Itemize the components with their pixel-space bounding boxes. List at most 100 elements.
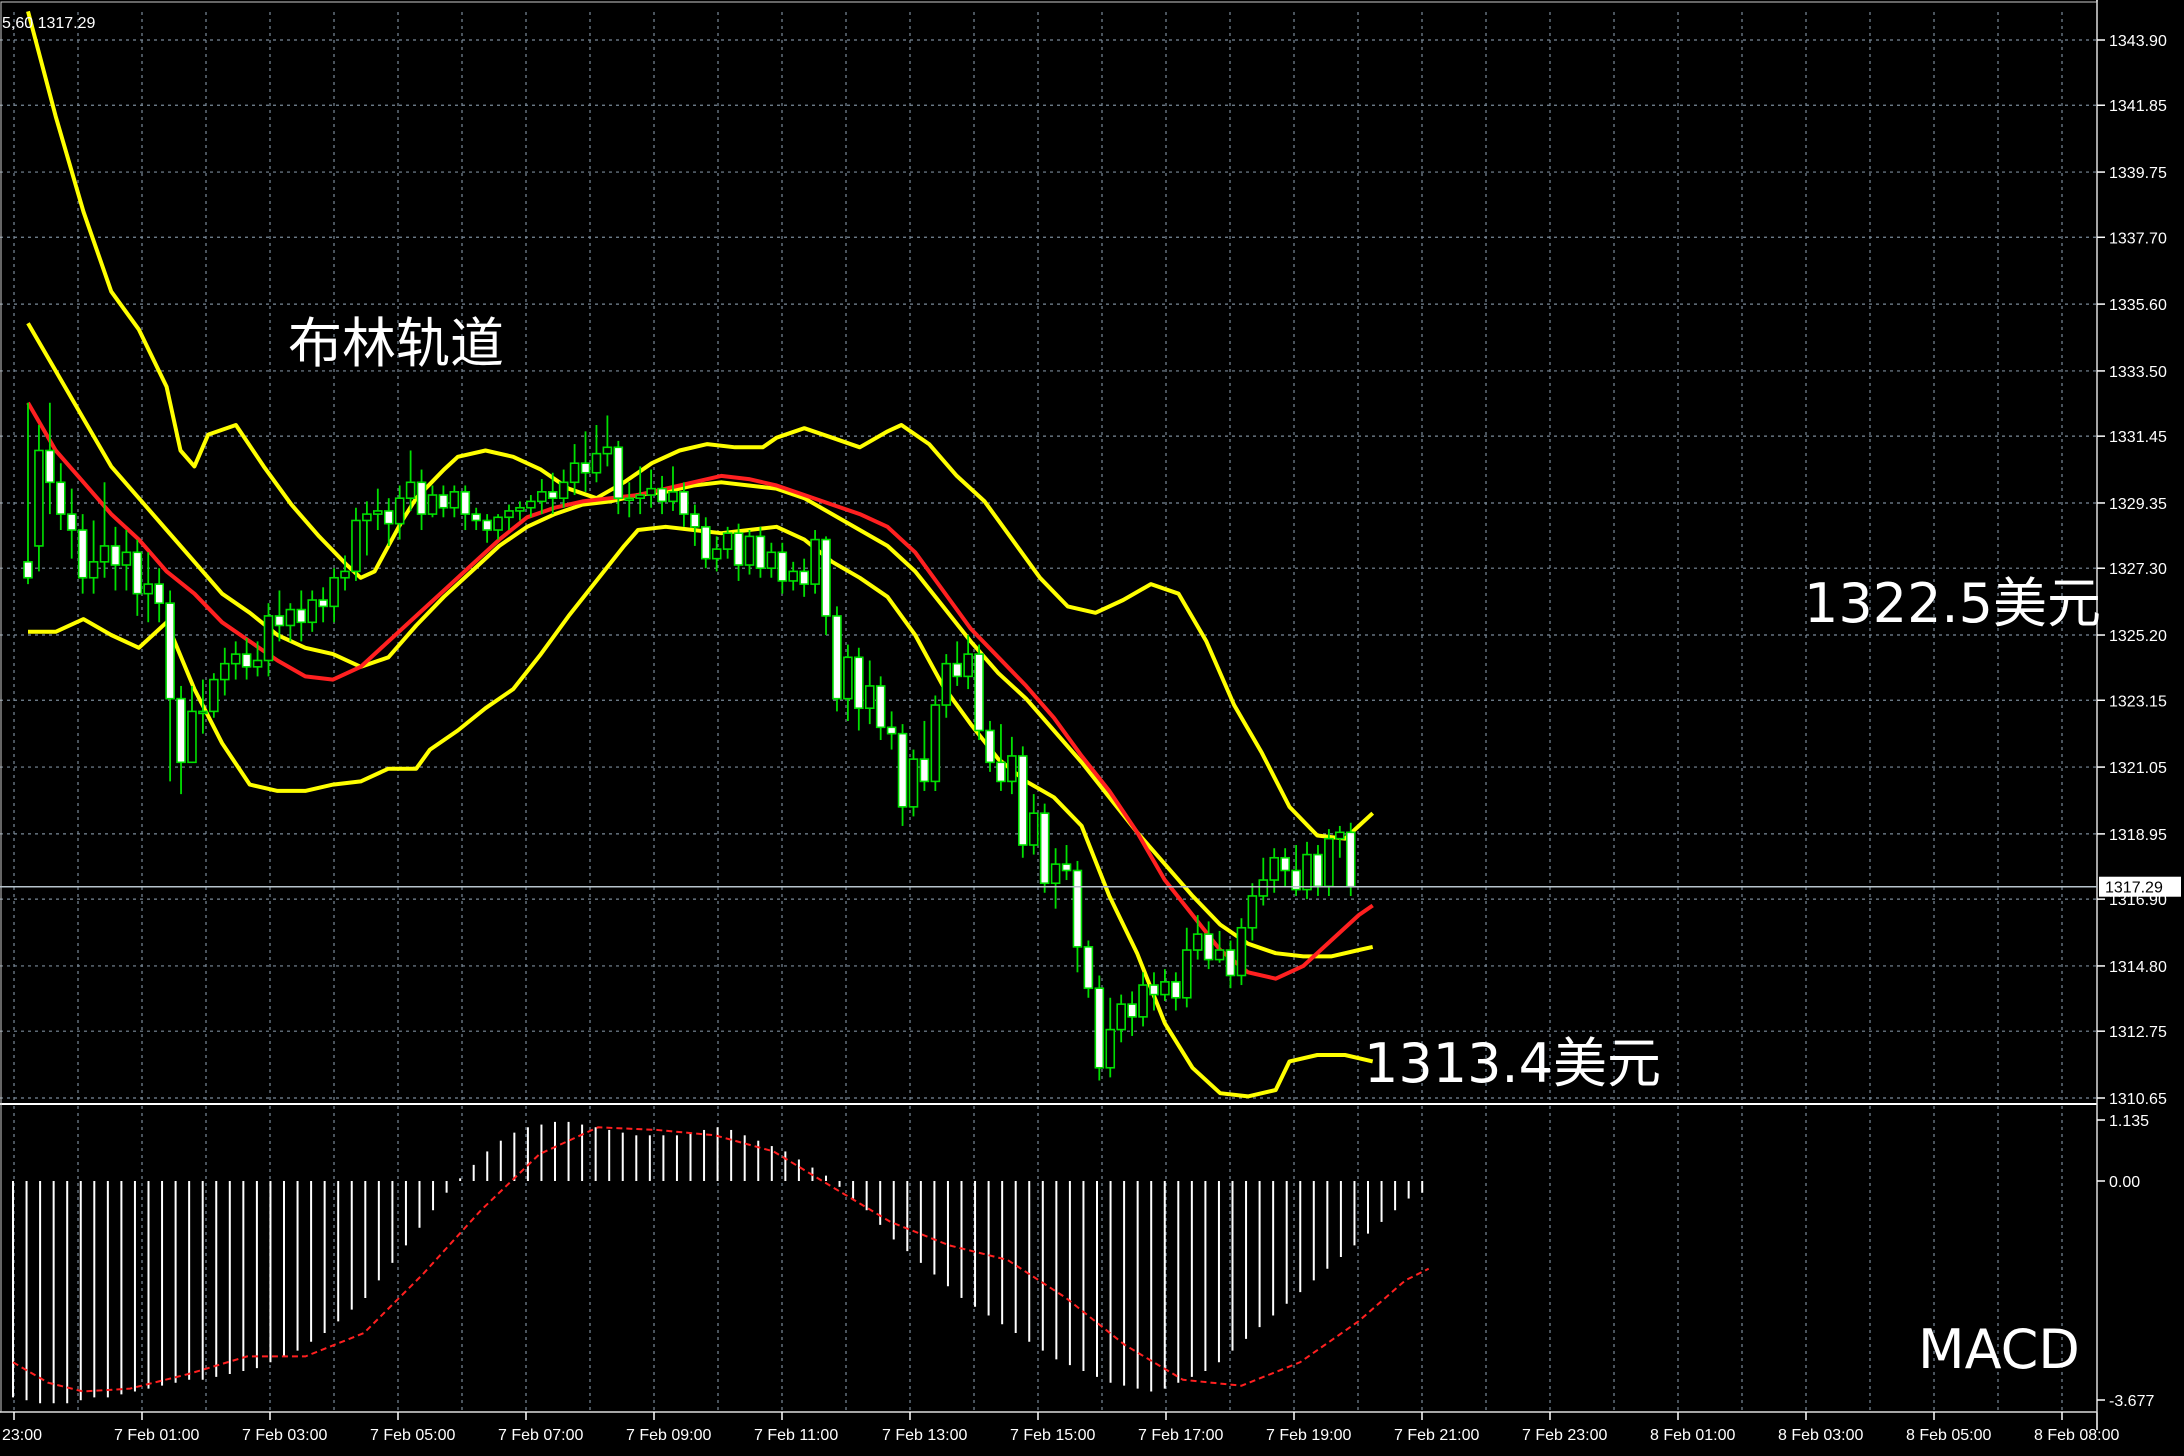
candle-up — [362, 513, 372, 522]
candle-up — [526, 500, 536, 509]
candle-down — [482, 519, 492, 531]
candle-down — [1039, 812, 1050, 885]
candle-down — [1345, 831, 1356, 888]
candle-up — [515, 506, 525, 512]
candle-up — [1160, 981, 1170, 996]
candle-up — [1105, 1028, 1116, 1069]
candle-down — [777, 551, 788, 582]
time-tick-label: 7 Feb 09:00 — [626, 1427, 712, 1444]
candle-up — [624, 497, 635, 502]
price-tick-label: 1333.50 — [2109, 364, 2167, 381]
candle-down — [1280, 856, 1290, 872]
candle-up — [373, 510, 383, 515]
price-tick-label: 1329.35 — [2109, 496, 2167, 513]
candle-down — [1127, 1003, 1137, 1018]
time-tick-label: 23:00 — [2, 1427, 42, 1444]
price-tick-label: 1310.65 — [2109, 1091, 2167, 1108]
candle-up — [1050, 863, 1061, 885]
low-price-label: 1313.4美元 — [1364, 1032, 1661, 1095]
time-tick-label: 8 Feb 01:00 — [1650, 1427, 1736, 1444]
candle-up — [405, 481, 416, 500]
candle-up — [864, 685, 875, 710]
price-tick-label: 1312.75 — [2109, 1024, 2167, 1041]
candle-up — [810, 538, 820, 585]
candle-down — [383, 510, 394, 525]
candle-down — [985, 729, 995, 764]
price-chart: 1343.90 1341.85 1339.75 1337.70 1335.60 1333.… — [0, 0, 2184, 1456]
candle-down — [132, 551, 143, 595]
macd-tick-label: 1.135 — [2109, 1113, 2149, 1130]
candle-up — [1302, 853, 1312, 891]
candle-up — [558, 481, 569, 500]
candle-up — [187, 710, 197, 764]
candle-up — [744, 535, 755, 566]
candle-up — [427, 494, 438, 515]
candle-down — [416, 481, 427, 515]
time-tick-label: 7 Feb 21:00 — [1394, 1427, 1480, 1444]
candle-up — [1214, 949, 1225, 961]
macd-tick-label: 0.00 — [2109, 1174, 2140, 1191]
candle-down — [974, 653, 984, 732]
candle-down — [1225, 949, 1236, 977]
candle-up — [536, 491, 547, 503]
candle-down — [952, 662, 963, 678]
candle-up — [1247, 895, 1258, 929]
candle-up — [963, 653, 973, 678]
price-tick-label: 1325.20 — [2109, 628, 2167, 645]
price-tick-label: 1318.95 — [2109, 827, 2167, 844]
candle-up — [1258, 879, 1269, 897]
candle-up — [504, 510, 514, 519]
candle-down — [296, 608, 307, 624]
candle-down — [657, 487, 667, 503]
candle-up — [1007, 755, 1017, 783]
candle-up — [307, 599, 318, 624]
candle-up — [230, 653, 241, 665]
candle-down — [110, 545, 121, 566]
candle-up — [449, 491, 460, 509]
candle-up — [1236, 926, 1247, 977]
time-tick-label: 7 Feb 15:00 — [1010, 1427, 1096, 1444]
candle-down — [55, 481, 66, 515]
candle-up — [1192, 933, 1203, 951]
candle-up — [329, 576, 339, 608]
time-tick-label: 8 Feb 03:00 — [1778, 1427, 1864, 1444]
candle-down — [875, 685, 886, 729]
candle-up — [121, 551, 132, 566]
candle-down — [799, 570, 809, 585]
candle-down — [919, 758, 930, 783]
macd-label: MACD — [1918, 1318, 2080, 1381]
price-tick-label: 1337.70 — [2109, 230, 2167, 247]
candle-down — [77, 529, 88, 579]
current-price-label: 1317.29 — [2105, 880, 2163, 897]
candle-up — [646, 487, 656, 496]
price-tick-label: 1323.15 — [2109, 693, 2167, 710]
candle-up — [843, 656, 853, 700]
candle-down — [690, 513, 700, 528]
candle-down — [821, 538, 831, 617]
candle-up — [930, 704, 941, 783]
candle-up — [602, 446, 613, 455]
candle-up — [1028, 812, 1039, 846]
high-price-label: 1322.5美元 — [1804, 572, 2101, 635]
price-tick-label: 1339.75 — [2109, 165, 2167, 182]
candle-down — [1061, 863, 1072, 872]
candle-up — [591, 452, 602, 474]
candle-down — [318, 599, 328, 608]
candle-down — [1313, 853, 1323, 888]
time-tick-label: 7 Feb 01:00 — [114, 1427, 200, 1444]
candle-up — [143, 583, 154, 595]
time-tick-label: 7 Feb 13:00 — [882, 1427, 968, 1444]
candle-up — [263, 615, 274, 662]
candle-up — [635, 494, 645, 500]
time-tick-label: 7 Feb 11:00 — [754, 1427, 838, 1444]
candle-down — [1171, 981, 1181, 999]
time-tick-label: 7 Feb 03:00 — [242, 1427, 328, 1444]
price-tick-label: 1314.80 — [2109, 959, 2167, 976]
candle-down — [45, 449, 55, 484]
time-tick-label: 8 Feb 05:00 — [1906, 1427, 1992, 1444]
time-tick-label: 7 Feb 05:00 — [370, 1427, 456, 1444]
time-tick-label: 7 Feb 23:00 — [1522, 1427, 1608, 1444]
candle-up — [285, 608, 296, 627]
candle-down — [165, 602, 175, 700]
candle-down — [547, 491, 558, 500]
